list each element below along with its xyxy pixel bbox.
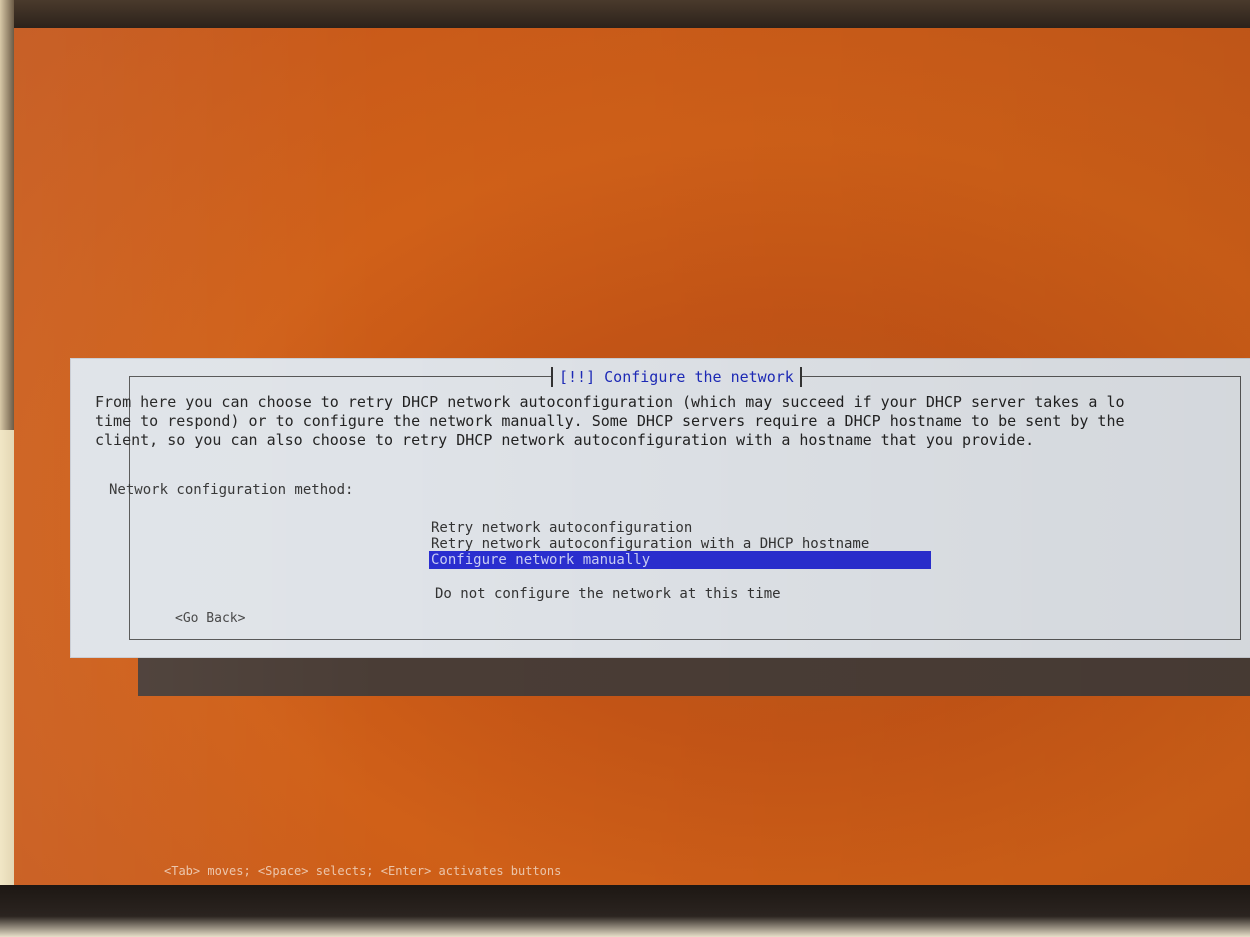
option-configure-manually-selected[interactable]: Configure network manually	[429, 551, 931, 569]
option-do-not-configure[interactable]: Do not configure the network at this tim…	[433, 585, 935, 603]
method-label: Network configuration method:	[109, 482, 354, 498]
dialog-description: From here you can choose to retry DHCP n…	[95, 393, 1250, 450]
description-line: time to respond) or to configure the net…	[95, 412, 1125, 430]
monitor-bezel-bottom	[0, 885, 1250, 937]
installer-screen: [!!] Configure the network From here you…	[14, 28, 1250, 885]
configure-network-dialog: [!!] Configure the network From here you…	[70, 358, 1250, 658]
dialog-title-bar: [!!] Configure the network	[551, 367, 802, 387]
description-line: client, so you can also choose to retry …	[95, 431, 1035, 449]
description-line: From here you can choose to retry DHCP n…	[95, 393, 1125, 411]
go-back-button[interactable]: <Go Back>	[175, 611, 245, 627]
dialog-title: [!!] Configure the network	[559, 368, 794, 386]
keyboard-help-line: <Tab> moves; <Space> selects; <Enter> ac…	[164, 864, 562, 878]
